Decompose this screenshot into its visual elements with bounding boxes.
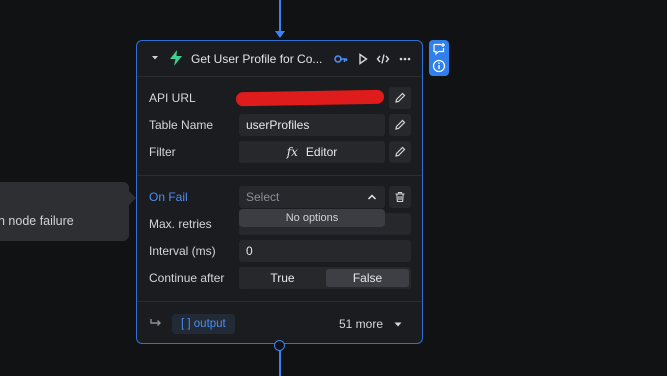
on-fail-select[interactable]: Select [239,186,385,208]
tooltip-text: n node failure [0,214,74,228]
node-side-panel [429,40,449,76]
filter-value: Editor [305,145,338,159]
info-icon[interactable] [432,59,446,73]
outgoing-edge [279,350,281,376]
interval-field[interactable]: 0 [239,240,411,262]
node-footer: [ ] output 51 more [137,303,422,343]
output-label: [ ] output [181,318,226,330]
more-count[interactable]: 51 more [339,317,383,331]
node-title: Get User Profile for Co... [191,52,323,66]
edit-filter-button[interactable] [389,141,411,163]
incoming-arrow [275,31,285,38]
redaction-mark [235,89,385,107]
continue-after-label: Continue after [149,271,225,285]
edit-api-url-button[interactable] [389,87,411,109]
play-icon[interactable] [358,53,368,65]
node-header: Get User Profile for Co... [137,41,422,77]
more-horizontal-icon[interactable] [399,57,411,61]
on-fail-placeholder: Select [246,190,280,204]
pencil-icon [395,92,406,103]
incoming-edge [279,0,281,34]
add-comment-icon[interactable] [432,42,446,56]
tooltip: n node failure [0,182,136,241]
bolt-icon [170,50,182,66]
output-badge[interactable]: [ ] output [172,314,235,334]
toggle-true[interactable]: True [241,269,324,287]
trash-icon [395,191,405,203]
error-handling-section: On Fail Select Max. retries No options I… [137,177,422,302]
chevron-down-icon[interactable] [150,54,160,62]
interval-value: 0 [246,244,253,258]
toggle-false[interactable]: False [326,269,409,287]
no-options-text: No options [285,212,339,224]
max-retries-label: Max. retries [149,217,212,231]
edit-table-name-button[interactable] [389,114,411,136]
on-fail-label: On Fail [149,190,188,204]
filter-label: Filter [149,145,176,159]
on-fail-dropdown: No options [239,209,385,227]
table-name-label: Table Name [149,118,214,132]
table-name-field[interactable]: userProfiles [239,114,385,136]
continue-after-toggle: True False [239,267,411,289]
workflow-node[interactable]: Get User Profile for Co... API URL Table… [136,40,423,344]
chevron-down-icon[interactable] [393,321,403,328]
pencil-icon [395,146,406,157]
fx-icon: fx [286,145,298,159]
filter-field[interactable]: fx Editor [239,141,385,163]
redirect-icon [150,319,161,326]
delete-button[interactable] [389,186,411,208]
query-section: API URL Table Name userProfiles Filter f… [137,77,422,176]
chevron-up-icon [367,194,377,200]
interval-label: Interval (ms) [149,244,216,258]
key-icon[interactable] [334,53,348,65]
pencil-icon [395,119,406,130]
code-icon[interactable] [376,53,390,65]
table-name-value: userProfiles [246,118,310,132]
api-url-label: API URL [149,91,196,105]
